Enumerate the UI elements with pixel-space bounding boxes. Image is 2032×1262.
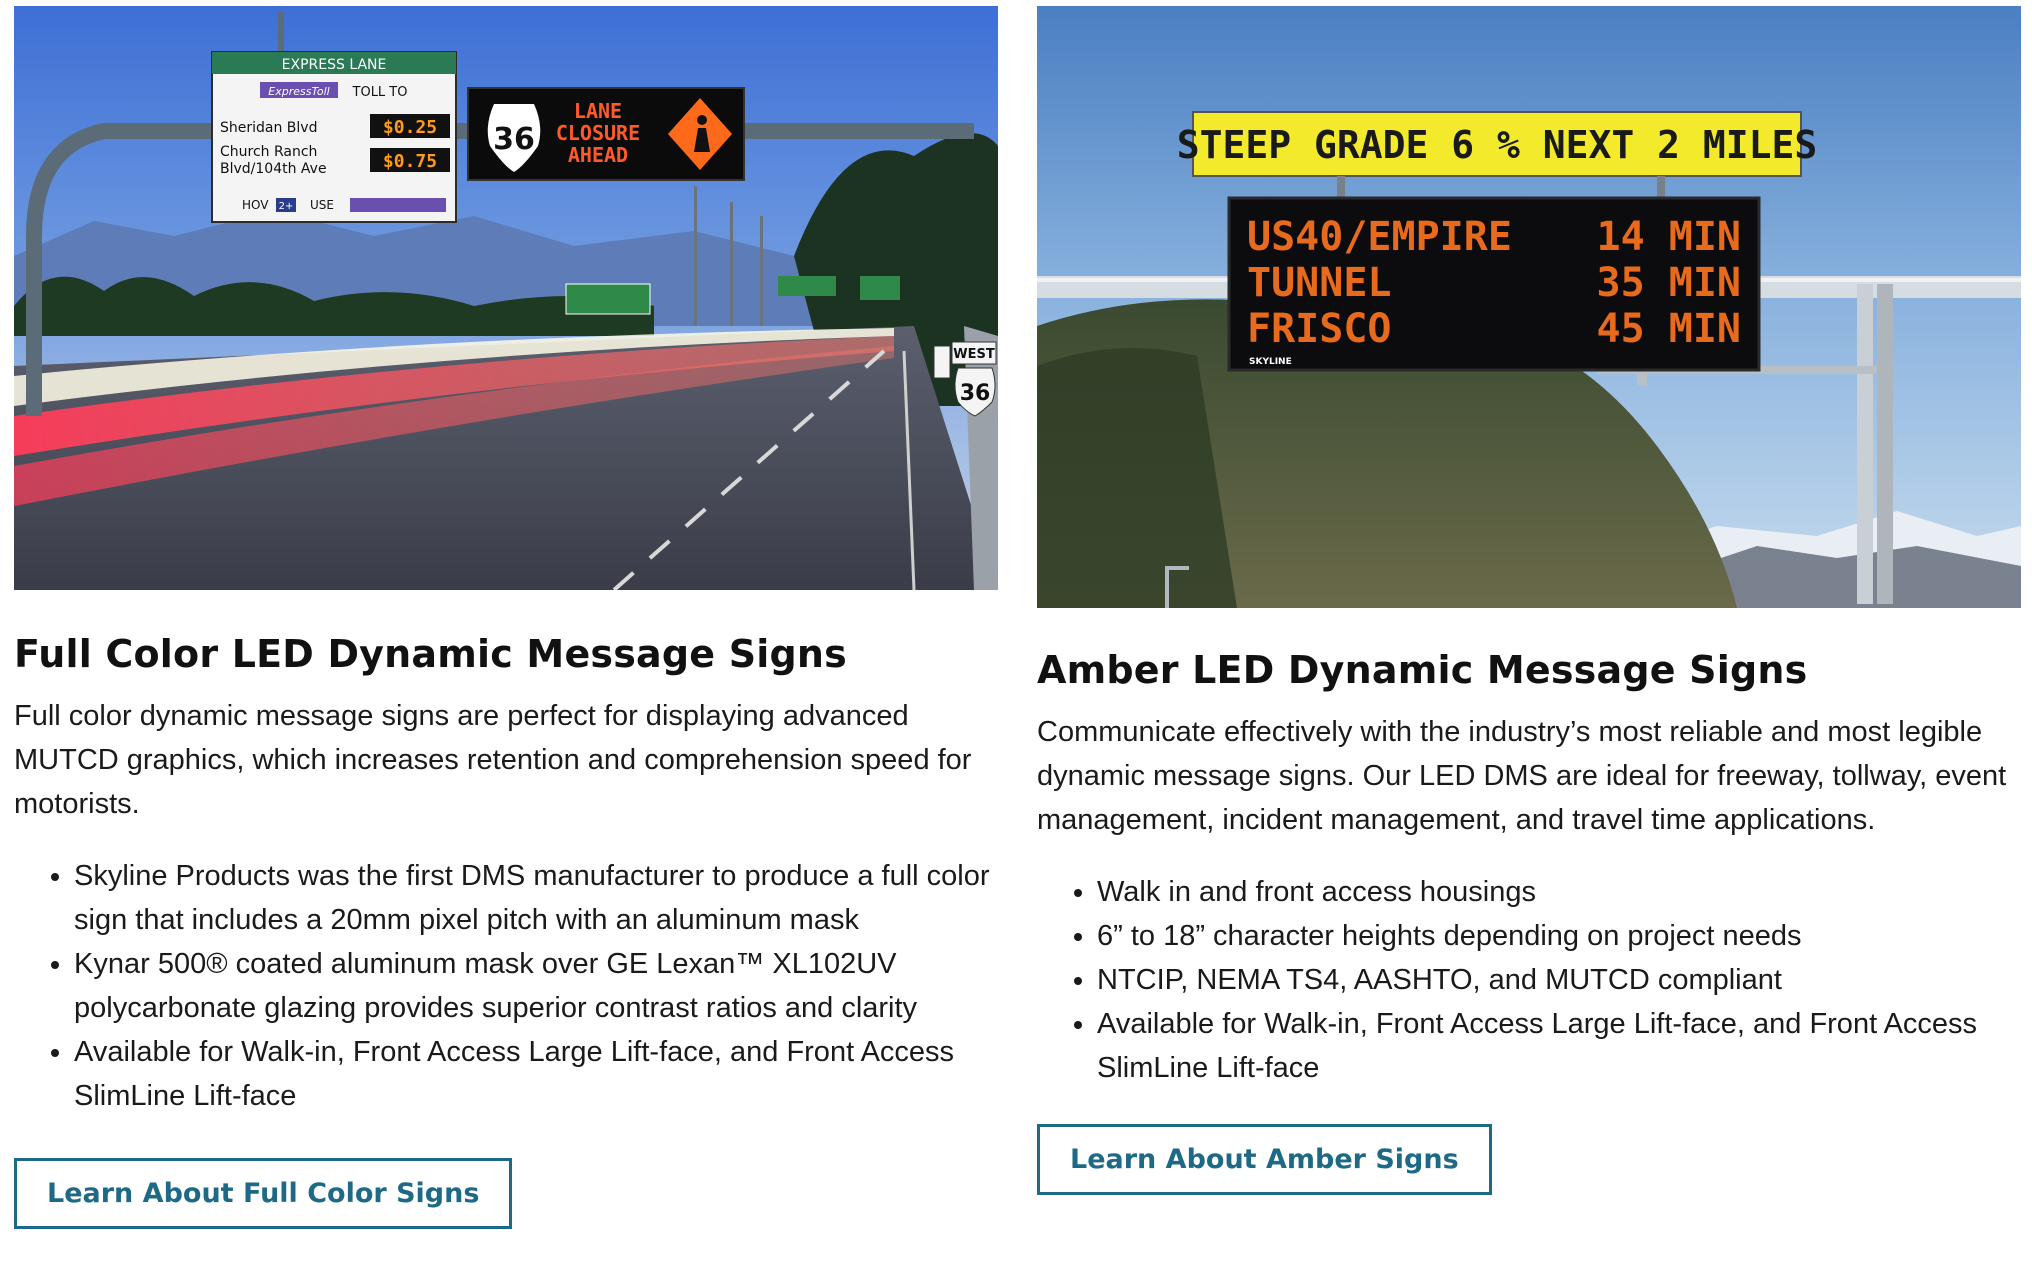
dms-row1-dest: US40/EMPIRE xyxy=(1247,214,1512,260)
list-item: Available for Walk-in, Front Access Larg… xyxy=(1097,1002,2021,1090)
express-price-2: $0.75 xyxy=(383,151,437,172)
mountain-sign-image: STEEP GRADE 6 % NEXT 2 MILES US40/EMPIRE… xyxy=(1037,6,2021,608)
closure-line-1: LANE xyxy=(574,99,622,123)
express-dest-2-line2: Blvd/104th Ave xyxy=(220,161,327,177)
list-item: Kynar 500® coated aluminum mask over GE … xyxy=(74,942,998,1030)
west-label: WEST xyxy=(953,347,995,362)
dms-row3-dest: FRISCO xyxy=(1247,306,1392,352)
dms-row2-dest: TUNNEL xyxy=(1247,260,1392,306)
express-lane-header: EXPRESS LANE xyxy=(282,57,387,73)
learn-amber-button[interactable]: Learn About Amber Signs xyxy=(1037,1124,1492,1195)
closure-line-2: CLOSURE xyxy=(556,121,640,145)
learn-full-color-button[interactable]: Learn About Full Color Signs xyxy=(14,1158,513,1229)
skyline-brand-mark: SKYLINE xyxy=(1249,357,1292,367)
express-dest-1: Sheridan Blvd xyxy=(220,120,317,136)
route-shield-number: 36 xyxy=(493,122,535,157)
amber-title: Amber LED Dynamic Message Signs xyxy=(1037,648,1808,692)
express-price-1: $0.25 xyxy=(383,117,437,138)
west-route-number: 36 xyxy=(960,381,991,406)
full-color-description: Full color dynamic message signs are per… xyxy=(14,700,972,820)
full-color-feature-list: Skyline Products was the first DMS manuf… xyxy=(14,854,998,1118)
full-color-title: Full Color LED Dynamic Message Signs xyxy=(14,632,847,676)
dms-row2-time: 35 MIN xyxy=(1597,260,1742,306)
amber-sign-photo: STEEP GRADE 6 % NEXT 2 MILES US40/EMPIRE… xyxy=(1037,6,2021,608)
closure-line-3: AHEAD xyxy=(568,143,628,167)
dms-row3-time: 45 MIN xyxy=(1597,306,1742,352)
list-item: Walk in and front access housings xyxy=(1097,870,2021,914)
list-item: 6” to 18” character heights depending on… xyxy=(1097,914,2021,958)
steep-grade-text: STEEP GRADE 6 % NEXT 2 MILES xyxy=(1177,123,1818,167)
list-item: Available for Walk-in, Front Access Larg… xyxy=(74,1030,998,1118)
amber-feature-list: Walk in and front access housings 6” to … xyxy=(1037,870,2021,1090)
list-item: Skyline Products was the first DMS manuf… xyxy=(74,854,998,942)
amber-description: Communicate effectively with the industr… xyxy=(1037,716,2007,836)
full-color-sign-photo: EXPRESS LANE ExpressToll TOLL TO Sherida… xyxy=(14,6,998,590)
toll-to-label: TOLL TO xyxy=(352,85,408,100)
page: EXPRESS LANE ExpressToll TOLL TO Sherida… xyxy=(0,0,2032,1262)
highway-night-image: EXPRESS LANE ExpressToll TOLL TO Sherida… xyxy=(14,6,998,590)
hov-label: HOV xyxy=(242,198,269,212)
full-color-section: EXPRESS LANE ExpressToll TOLL TO Sherida… xyxy=(14,0,998,1229)
express-brand-label: ExpressToll xyxy=(268,85,329,98)
express-dest-2-line1: Church Ranch xyxy=(220,144,317,160)
amber-section: STEEP GRADE 6 % NEXT 2 MILES US40/EMPIRE… xyxy=(1037,0,2021,1195)
hov-number: 2+ xyxy=(279,201,294,212)
use-label: USE xyxy=(310,198,334,212)
list-item: NTCIP, NEMA TS4, AASHTO, and MUTCD compl… xyxy=(1097,958,2021,1002)
dms-row1-time: 14 MIN xyxy=(1597,214,1742,260)
